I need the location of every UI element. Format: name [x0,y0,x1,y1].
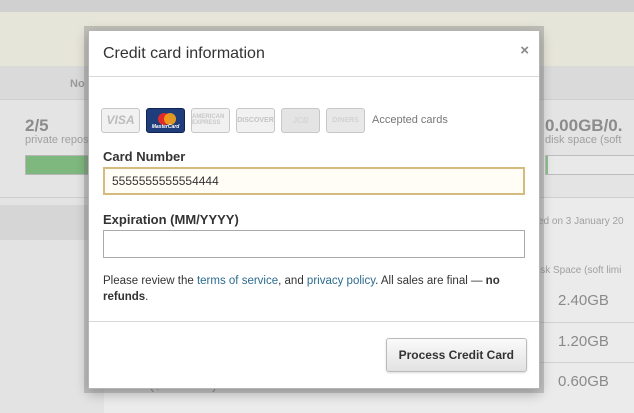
terms-notice: Please review the terms of service, and … [103,273,527,305]
mastercard-card-logo-text: MasterCard [151,123,180,130]
renew-note: ed on 3 January 20 [538,216,624,227]
process-credit-card-button[interactable]: Process Credit Card [385,338,527,372]
accepted-cards-label: Accepted cards [372,114,448,126]
jcb-card-logo: JCB [281,107,320,133]
plan-row-disk-value: 0.60GB [558,373,609,390]
private-repos-label: private repos [25,134,89,146]
disk-space-value: 0.00GB/0. [545,116,623,135]
plan-row-disk-value: 2.40GB [558,292,609,309]
discover-card-logo: DISCOVER [236,107,275,133]
visa-card-logo: VISA [101,107,140,133]
credit-card-modal: Credit card information × VISA MasterCar… [88,30,540,389]
terms-text: . [145,291,149,303]
private-repos-bar [25,155,89,175]
mastercard-card-logo: MasterCard [146,107,185,133]
card-number-label: Card Number [103,149,186,164]
terms-text: Please review the [103,275,197,287]
modal-header: Credit card information × [89,31,539,77]
modal-footer: Process Credit Card [89,321,539,388]
row-divider [538,322,634,323]
row-divider [538,362,634,363]
card-number-input[interactable] [103,167,525,195]
plan-row-disk-value: 1.20GB [558,333,609,350]
background-side-tab [0,205,88,240]
disk-space-label: disk space (soft [545,134,622,146]
disk-space-column-header: isk Space (soft limi [538,265,622,276]
diners-card-logo: DINERS [326,107,365,133]
expiration-label: Expiration (MM/YYYY) [103,212,239,227]
accepted-cards-row: VISA MasterCard AMERICAN EXPRESS DISCOVE… [101,107,448,133]
privacy-policy-link[interactable]: privacy policy [307,275,375,287]
expiration-input[interactable] [103,230,525,258]
background-header-label: No [70,78,85,90]
private-repos-value: 2/5 [25,116,49,135]
close-button[interactable]: × [520,42,529,59]
terms-of-service-link[interactable]: terms of service [197,275,278,287]
disk-space-bar [545,155,634,175]
terms-text: , and [278,275,307,287]
modal-title: Credit card information [103,45,265,62]
terms-text: . All sales are final — [375,275,486,287]
background-topbar [0,0,634,12]
amex-card-logo: AMERICAN EXPRESS [191,107,230,133]
